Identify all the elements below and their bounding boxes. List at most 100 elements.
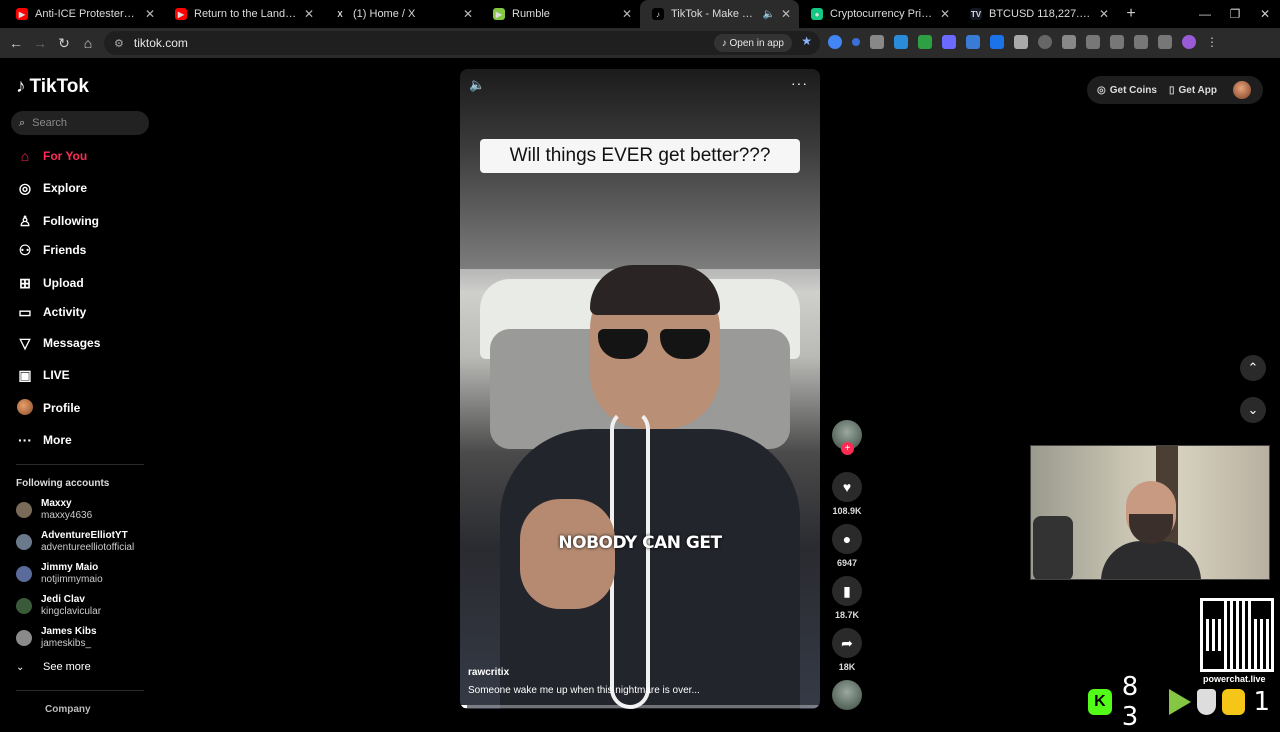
creator-avatar-button[interactable]: + — [830, 420, 864, 455]
url-text: tiktok.com — [133, 36, 188, 50]
creator-avatar[interactable]: + — [832, 420, 862, 455]
tab-title: Anti-ICE Protesters Can't Handl — [35, 8, 139, 20]
close-tab-icon[interactable]: ✕ — [622, 7, 632, 21]
browser-tab[interactable]: TV BTCUSD 118,227.57 ▲ +0.21% ✕ — [958, 0, 1117, 28]
video-frame-cable — [610, 409, 650, 709]
browser-tab[interactable]: ● Cryptocurrency Prices, Charts, a ✕ — [799, 0, 958, 28]
home-icon[interactable]: ⌂ — [76, 35, 100, 51]
account-text: Jimmy Maio notjimmymaio — [41, 562, 103, 586]
more-options-icon[interactable]: ··· — [791, 75, 808, 91]
video-player[interactable]: 🔈 ··· Will things EVER get better??? NOB… — [460, 69, 820, 709]
back-icon[interactable]: ← — [4, 35, 28, 51]
history-icon[interactable] — [1038, 35, 1052, 49]
webcam-chair — [1033, 516, 1073, 579]
browser-tab[interactable]: ▶ Anti-ICE Protesters Can't Handl ✕ — [4, 0, 163, 28]
extension-icon[interactable] — [966, 35, 980, 49]
bookmark-star-icon[interactable]: ★ — [801, 34, 812, 48]
extension-icon[interactable] — [1014, 35, 1028, 49]
following-account-item[interactable]: Maxxy maxxy4636 — [16, 498, 92, 522]
volume-icon[interactable]: 🔈 — [469, 77, 485, 93]
open-in-app-button[interactable]: ♪ Open in app — [713, 34, 792, 52]
sidebar-item-live[interactable]: ▣ LIVE — [16, 365, 146, 385]
comment-icon[interactable]: ● — [832, 524, 862, 554]
video-author[interactable]: rawcritix — [468, 667, 509, 678]
close-tab-icon[interactable]: ✕ — [145, 7, 155, 21]
powerchat-label: powerchat.live — [1203, 674, 1266, 684]
tab-favicon-icon: ▶ — [175, 8, 187, 20]
get-app-button[interactable]: ▯ Get App — [1169, 85, 1217, 96]
url-field[interactable]: ⚙ tiktok.com ♪ Open in app ★ — [104, 31, 820, 55]
close-tab-icon[interactable]: ✕ — [304, 7, 314, 21]
sidebar-item-for-you[interactable]: ⌂ For You — [16, 146, 146, 166]
sidebar-item-friends[interactable]: ⚇ Friends — [16, 240, 146, 260]
next-video-button[interactable]: ⌄ — [1240, 397, 1266, 423]
browser-tab[interactable]: X (1) Home / X ✕ — [322, 0, 481, 28]
extension-icon[interactable] — [918, 35, 932, 49]
user-profile-icon[interactable] — [1182, 35, 1196, 49]
extension-icon[interactable] — [870, 35, 884, 49]
search-input[interactable]: ⌕ Search — [11, 111, 149, 135]
close-window-icon[interactable]: ✕ — [1250, 7, 1280, 21]
previous-video-button[interactable]: ⌃ — [1240, 355, 1266, 381]
extension-icon[interactable] — [852, 38, 860, 46]
browser-tab[interactable]: ▶ Rumble ✕ — [481, 0, 640, 28]
restore-icon[interactable]: ❐ — [1220, 7, 1250, 21]
sound-disc[interactable] — [830, 680, 864, 710]
minimize-icon[interactable]: — — [1190, 7, 1220, 21]
extension-icon[interactable] — [942, 35, 956, 49]
devtools-icon[interactable] — [1086, 35, 1100, 49]
friends-icon: ⚇ — [18, 241, 32, 258]
forward-icon[interactable]: → — [28, 35, 52, 51]
sidebar-item-following[interactable]: ♙ Following — [16, 211, 146, 231]
sidebar-item-explore[interactable]: ◎ Explore — [16, 178, 146, 198]
sidebar-item-upload[interactable]: ⊞ Upload — [16, 273, 146, 293]
reload-icon[interactable]: ↻ — [52, 35, 76, 52]
account-handle: notjimmymaio — [41, 574, 103, 585]
share-icon[interactable]: ➦ — [832, 628, 862, 658]
close-tab-icon[interactable]: ✕ — [940, 7, 950, 21]
following-account-item[interactable]: AdventureElliotYT adventureelliotofficial — [16, 530, 134, 554]
music-disc-icon[interactable] — [832, 680, 862, 710]
bookmark-icon[interactable]: ▮ — [832, 576, 862, 606]
extension-icon[interactable] — [1134, 35, 1148, 49]
following-account-item[interactable]: James Kibs jameskibs_ — [16, 626, 97, 650]
heart-icon[interactable]: ♥ — [832, 472, 862, 502]
tiktok-logo[interactable]: ♪ TikTok — [16, 76, 89, 98]
sidebar-panel-icon[interactable] — [1110, 35, 1124, 49]
new-tab-button[interactable]: + — [1117, 5, 1145, 23]
sidebar-item-label: For You — [43, 149, 88, 163]
close-tab-icon[interactable]: ✕ — [1099, 7, 1109, 21]
comment-action: ● 6947 — [830, 524, 864, 568]
tab-search-icon[interactable] — [1158, 35, 1172, 49]
user-avatar[interactable] — [1233, 81, 1251, 99]
follow-plus-icon[interactable]: + — [841, 442, 854, 455]
window-controls: — ❐ ✕ — [1190, 0, 1280, 28]
sidebar-item-more[interactable]: ··· More — [16, 430, 146, 450]
extension-icon[interactable] — [990, 35, 1004, 49]
close-tab-icon[interactable]: ✕ — [781, 7, 791, 21]
account-handle: maxxy4636 — [41, 510, 93, 521]
get-coins-button[interactable]: ◎ Get Coins — [1097, 85, 1157, 96]
browser-tab[interactable]: ▶ Return to the Land founder Eric ✕ — [163, 0, 322, 28]
video-description[interactable]: Someone wake me up when this nightmare i… — [468, 685, 700, 696]
sidebar-item-label: Activity — [43, 305, 87, 319]
like-action: ♥ 108.9K — [830, 472, 864, 516]
sidebar-item-messages[interactable]: ▽ Messages — [16, 333, 146, 353]
extension-icon[interactable] — [1062, 35, 1076, 49]
site-info-icon[interactable]: ⚙ — [114, 37, 124, 50]
extension-icon[interactable] — [828, 35, 842, 49]
see-more-button[interactable]: ⌄ See more — [16, 661, 91, 673]
video-progress-bar[interactable] — [460, 705, 820, 708]
close-tab-icon[interactable]: ✕ — [463, 7, 473, 21]
extension-icon[interactable] — [894, 35, 908, 49]
company-link[interactable]: Company — [45, 704, 91, 715]
browser-tab[interactable]: ♪ TikTok - Make Your Day 🔈 ✕ — [640, 0, 799, 28]
tab-audio-icon[interactable]: 🔈 — [762, 9, 774, 20]
sidebar-item-profile[interactable]: Profile — [16, 398, 146, 418]
following-account-item[interactable]: Jedi Clav kingclavicular — [16, 594, 101, 618]
sidebar-item-activity[interactable]: ▭ Activity — [16, 302, 146, 322]
sidebar-item-label: Explore — [43, 181, 88, 195]
get-coins-label: Get Coins — [1109, 84, 1157, 96]
following-account-item[interactable]: Jimmy Maio notjimmymaio — [16, 562, 103, 586]
browser-menu-icon[interactable]: ⋮ — [1206, 35, 1220, 49]
